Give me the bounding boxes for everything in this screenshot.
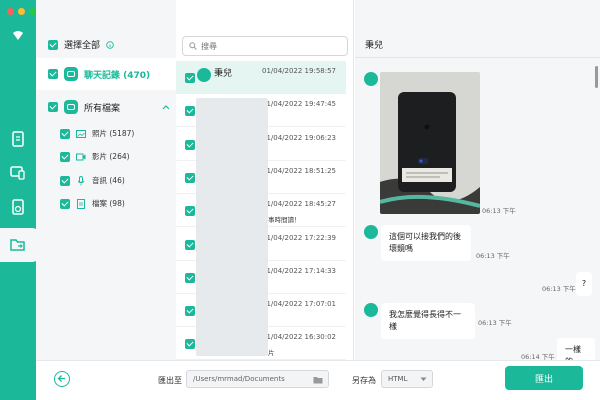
message-date: 01/04/2022 18:51:25	[261, 167, 336, 175]
select-all-row[interactable]: 選擇全部	[48, 38, 114, 51]
chat-preview-panel: 秉兒 06:13 下午 這個可以接我們的後壞鏡嗎 06:13 下午 ? 06:1…	[355, 0, 600, 374]
row-checkbox[interactable]	[185, 306, 195, 316]
chevron-up-icon[interactable]	[162, 104, 170, 110]
select-all-label: 選擇全部	[64, 41, 101, 51]
avatar	[364, 72, 378, 86]
export-folder-icon[interactable]	[9, 236, 27, 254]
photo-message[interactable]	[380, 72, 480, 214]
documents-checkbox[interactable]	[60, 198, 70, 209]
message-date: 01/04/2022 17:07:01	[261, 300, 336, 308]
maximize-window-button[interactable]	[29, 8, 36, 15]
select-all-checkbox[interactable]	[48, 39, 58, 50]
format-value: HTML	[388, 375, 408, 383]
device-transfer-icon[interactable]	[9, 164, 27, 182]
chat-scrollbar[interactable]	[595, 66, 598, 88]
message-date: 01/04/2022 19:47:45	[261, 100, 336, 108]
all-files-label: 所有檔案	[84, 103, 121, 114]
document-nav-icon[interactable]	[9, 130, 27, 148]
back-button[interactable]	[54, 371, 70, 387]
export-to-label: 匯出至	[158, 376, 182, 385]
window-controls	[7, 8, 36, 15]
sent-message: ?	[576, 272, 592, 296]
wifi-icon[interactable]	[9, 26, 27, 44]
backup-icon[interactable]	[9, 198, 27, 216]
message-snippet: 事時間讀！	[268, 216, 301, 224]
save-as-label: 另存為	[352, 376, 376, 385]
export-footer: 匯出至 /Users/mrmad/Documents 另存為 HTML 匯出	[36, 360, 600, 400]
message-date: 01/04/2022 19:06:23	[261, 134, 336, 142]
message-timestamp: 06:13 下午	[476, 252, 510, 260]
device-photo-image	[380, 72, 480, 214]
documents-label: 檔案 (98)	[92, 199, 125, 208]
avatar	[364, 303, 378, 317]
all-files-row[interactable]: 所有檔案	[48, 100, 170, 114]
avatar	[364, 225, 378, 239]
avatar	[197, 68, 211, 82]
message-date: 01/04/2022 16:30:02	[261, 333, 336, 341]
category-panel: 選擇全部 聊天記錄 (470) 所有檔案 照片 (5187) 影片 (264) …	[36, 0, 176, 360]
audio-checkbox[interactable]	[60, 175, 70, 186]
message-date: 01/04/2022 18:45:27	[261, 200, 336, 208]
close-window-button[interactable]	[7, 8, 14, 15]
video-icon	[76, 153, 86, 160]
search-icon	[189, 42, 197, 50]
message-snippet: 片	[268, 349, 275, 357]
sub-item-audio[interactable]: 音訊 (46)	[60, 175, 125, 186]
conversation-list: 秉兒 01/04/2022 19:58:57 01/04/2022 19:47:…	[176, 0, 529, 360]
photos-checkbox[interactable]	[60, 128, 70, 139]
message-date: 01/04/2022 19:58:57	[261, 67, 336, 75]
minimize-window-button[interactable]	[18, 8, 25, 15]
sub-item-videos[interactable]: 影片 (264)	[60, 151, 130, 162]
document-icon	[77, 198, 85, 209]
message-timestamp: 06:13 下午	[478, 319, 512, 327]
info-icon[interactable]	[106, 40, 114, 49]
row-checkbox[interactable]	[185, 240, 195, 250]
received-message: 我怎麼覺得長得不一樣	[381, 303, 475, 339]
microphone-icon	[77, 175, 85, 185]
row-checkbox[interactable]	[185, 73, 195, 83]
export-path-value: /Users/mrmad/Documents	[193, 375, 285, 383]
row-checkbox[interactable]	[185, 173, 195, 183]
left-rail	[0, 0, 40, 400]
contact-name: 秉兒	[214, 69, 233, 79]
export-path-field[interactable]: /Users/mrmad/Documents	[186, 370, 329, 388]
message-date: 01/04/2022 17:22:39	[261, 234, 336, 242]
row-checkbox[interactable]	[185, 140, 195, 150]
videos-label: 影片 (264)	[92, 152, 130, 161]
format-select[interactable]: HTML	[381, 370, 433, 388]
search-input[interactable]	[201, 41, 341, 51]
row-checkbox[interactable]	[185, 106, 195, 116]
row-checkbox[interactable]	[185, 206, 195, 216]
received-message: 這個可以接我們的後壞鏡嗎	[381, 225, 471, 261]
videos-checkbox[interactable]	[60, 151, 70, 162]
sub-item-documents[interactable]: 檔案 (98)	[60, 198, 125, 209]
chat-header: 秉兒	[355, 30, 600, 58]
search-box[interactable]	[182, 36, 348, 56]
photos-label: 照片 (5187)	[92, 129, 135, 138]
back-arrow-icon	[57, 375, 65, 382]
blurred-contacts	[196, 98, 268, 356]
message-timestamp: 06:13 下午	[542, 285, 576, 293]
chevron-down-icon	[420, 377, 427, 381]
sub-item-photos[interactable]: 照片 (5187)	[60, 128, 134, 139]
chat-records-row[interactable]: 聊天記錄 (470)	[36, 58, 176, 90]
files-icon	[64, 100, 78, 114]
export-button[interactable]: 匯出	[505, 366, 583, 390]
row-checkbox[interactable]	[185, 273, 195, 283]
message-date: 01/04/2022 17:14:33	[261, 267, 336, 275]
chat-records-checkbox[interactable]	[48, 69, 58, 79]
folder-icon[interactable]	[313, 376, 323, 384]
image-icon	[76, 129, 86, 138]
audio-label: 音訊 (46)	[92, 176, 125, 185]
chat-records-label: 聊天記錄 (470)	[84, 70, 151, 81]
row-checkbox[interactable]	[185, 339, 195, 349]
chat-bubble-icon	[64, 67, 78, 81]
conversation-row[interactable]: 秉兒 01/04/2022 19:58:57	[176, 61, 346, 94]
chat-title: 秉兒	[365, 41, 384, 51]
all-files-checkbox[interactable]	[48, 102, 58, 112]
message-timestamp: 06:13 下午	[482, 207, 516, 215]
